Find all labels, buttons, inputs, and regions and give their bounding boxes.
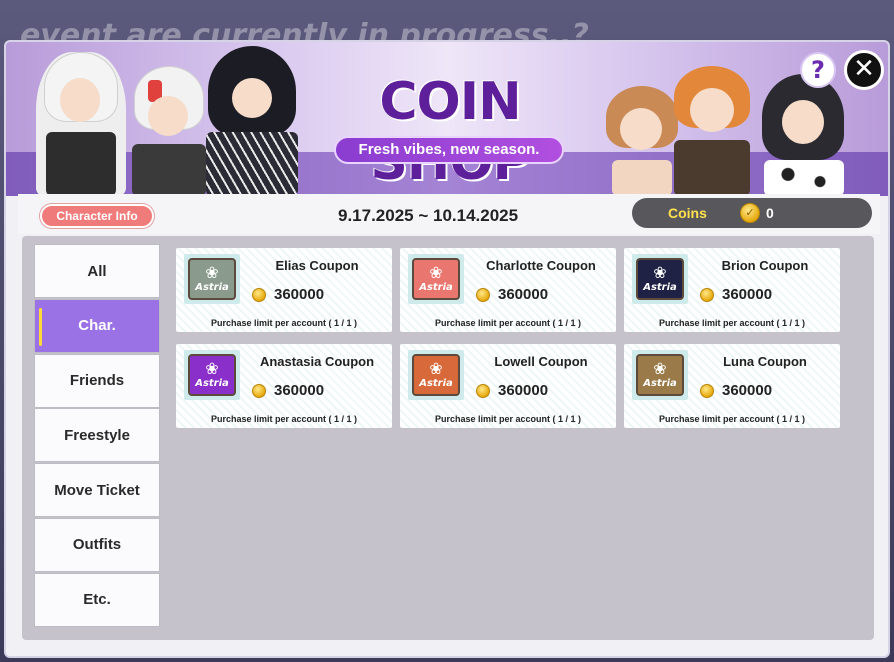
shop-subtitle: Fresh vibes, new season.: [334, 136, 564, 164]
coupon-icon-frame: ❀ Astria: [632, 254, 688, 304]
shop-item-card[interactable]: ❀ Astria Luna Coupon 360000 Purchase lim…: [624, 344, 840, 428]
coupon-icon-frame: ❀ Astria: [408, 350, 464, 400]
shop-item-card[interactable]: ❀ Astria Brion Coupon 360000 Purchase li…: [624, 248, 840, 332]
purchase-limit: Purchase limit per account ( 1 / 1 ): [210, 318, 358, 328]
coin-icon: [252, 384, 266, 398]
coin-icon: [700, 288, 714, 302]
coupon-icon-frame: ❀ Astria: [184, 350, 240, 400]
character-art-right-3: [758, 72, 848, 196]
category-tabs: All Char. Friends Freestyle Move Ticket …: [34, 244, 160, 627]
help-button[interactable]: ?: [800, 52, 836, 88]
coupon-brand: Astria: [643, 282, 677, 293]
coupon-brand: Astria: [195, 282, 229, 293]
item-price: 360000: [722, 382, 773, 399]
tiger-emblem-icon: ❀: [205, 361, 219, 378]
item-name: Anastasia Coupon: [259, 354, 375, 369]
purchase-limit: Purchase limit per account ( 1 / 1 ): [658, 318, 806, 328]
tiger-emblem-icon: ❀: [653, 361, 667, 378]
item-name: Brion Coupon: [721, 258, 809, 273]
shop-content: All Char. Friends Freestyle Move Ticket …: [22, 236, 874, 640]
coupon-brand: Astria: [195, 378, 229, 389]
item-price: 360000: [498, 286, 549, 303]
shop-title: COIN SHOP: [370, 72, 530, 192]
tab-label: Move Ticket: [54, 481, 140, 499]
info-bar: Character Info 9.17.2025 ~ 10.14.2025 Co…: [18, 194, 880, 234]
character-art-left-2: [124, 66, 214, 196]
coupon-icon-frame: ❀ Astria: [184, 254, 240, 304]
tiger-emblem-icon: ❀: [653, 265, 667, 282]
astria-coupon-icon: ❀ Astria: [636, 258, 684, 300]
purchase-limit: Purchase limit per account ( 1 / 1 ): [658, 414, 806, 424]
character-art-right-2: [668, 62, 756, 196]
close-button[interactable]: ✕: [844, 50, 884, 90]
tab-char[interactable]: Char.: [34, 298, 160, 353]
purchase-limit: Purchase limit per account ( 1 / 1 ): [434, 414, 582, 424]
tiger-emblem-icon: ❀: [429, 265, 443, 282]
shop-item-card[interactable]: ❀ Astria Charlotte Coupon 360000 Purchas…: [400, 248, 616, 332]
item-name: Charlotte Coupon: [486, 258, 596, 273]
character-art-left-1: [36, 52, 126, 196]
shop-item-card[interactable]: ❀ Astria Lowell Coupon 360000 Purchase l…: [400, 344, 616, 428]
tab-etc[interactable]: Etc.: [34, 572, 160, 627]
coupon-brand: Astria: [419, 282, 453, 293]
tab-all[interactable]: All: [34, 244, 160, 298]
item-name: Lowell Coupon: [494, 354, 588, 369]
coupon-brand: Astria: [419, 378, 453, 389]
character-art-left-3: [202, 46, 302, 196]
shop-banner: COIN SHOP Fresh vibes, new season. ? ✕: [6, 42, 888, 196]
astria-coupon-icon: ❀ Astria: [188, 258, 236, 300]
astria-coupon-icon: ❀ Astria: [636, 354, 684, 396]
tab-freestyle[interactable]: Freestyle: [34, 408, 160, 463]
astria-coupon-icon: ❀ Astria: [188, 354, 236, 396]
coin-icon: [476, 384, 490, 398]
item-price: 360000: [498, 382, 549, 399]
purchase-limit: Purchase limit per account ( 1 / 1 ): [434, 318, 582, 328]
astria-coupon-icon: ❀ Astria: [412, 258, 460, 300]
purchase-limit: Purchase limit per account ( 1 / 1 ): [210, 414, 358, 424]
coins-value: 0: [766, 205, 774, 221]
coins-balance: Coins ✓ 0: [632, 198, 872, 228]
tab-label: All: [87, 262, 107, 280]
coin-icon: [700, 384, 714, 398]
tab-label: Outfits: [72, 536, 122, 554]
tab-outfits[interactable]: Outfits: [34, 517, 160, 572]
character-info-button[interactable]: Character Info: [40, 204, 154, 228]
tiger-emblem-icon: ❀: [205, 265, 219, 282]
item-price: 360000: [722, 286, 773, 303]
coin-icon: [476, 288, 490, 302]
event-date-range: 9.17.2025 ~ 10.14.2025: [338, 206, 519, 225]
item-price: 360000: [274, 382, 325, 399]
tab-label: Etc.: [83, 591, 111, 608]
tab-friends[interactable]: Friends: [34, 353, 160, 408]
coupon-icon-frame: ❀ Astria: [408, 254, 464, 304]
item-name: Elias Coupon: [275, 258, 359, 273]
coin-shop-modal: COIN SHOP Fresh vibes, new season. ? ✕ C…: [4, 40, 890, 658]
tiger-emblem-icon: ❀: [429, 361, 443, 378]
coin-icon: ✓: [740, 203, 760, 223]
item-price: 360000: [274, 286, 325, 303]
tab-label: Friends: [69, 372, 125, 389]
coins-label: Coins: [668, 205, 707, 221]
coin-icon: [252, 288, 266, 302]
astria-coupon-icon: ❀ Astria: [412, 354, 460, 396]
item-name: Luna Coupon: [723, 354, 807, 369]
shop-item-card[interactable]: ❀ Astria Elias Coupon 360000 Purchase li…: [176, 248, 392, 332]
coupon-brand: Astria: [643, 378, 677, 389]
tab-label: Freestyle: [64, 426, 130, 444]
tab-label: Char.: [78, 317, 116, 335]
coupon-icon-frame: ❀ Astria: [632, 350, 688, 400]
shop-item-card[interactable]: ❀ Astria Anastasia Coupon 360000 Purchas…: [176, 344, 392, 428]
tab-move-ticket[interactable]: Move Ticket: [34, 463, 160, 517]
